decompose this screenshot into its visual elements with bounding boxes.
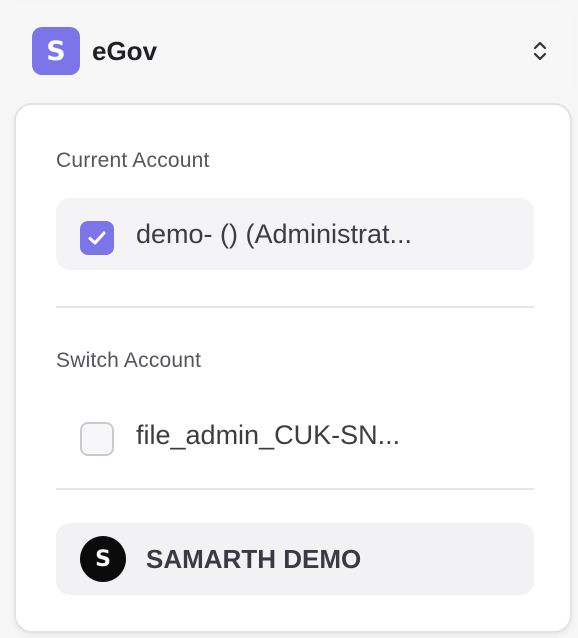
organization-item[interactable]: S SAMARTH DEMO <box>56 523 534 595</box>
switch-account-item[interactable]: file_admin_CUK-SN... <box>56 399 534 471</box>
organization-name: SAMARTH DEMO <box>146 543 362 574</box>
section-divider <box>56 488 534 490</box>
current-account-label: Current Account <box>56 149 210 172</box>
org-name: eGov <box>92 35 158 66</box>
check-icon <box>88 231 106 245</box>
current-account-name: demo- () (Administrat... <box>136 218 413 249</box>
current-account-item[interactable]: demo- () (Administrat... <box>56 198 534 270</box>
switch-account-checkbox[interactable] <box>80 422 114 456</box>
section-divider <box>56 306 534 308</box>
org-logo-letter: S <box>46 35 66 67</box>
org-switcher-button[interactable]: S eGov <box>8 6 570 96</box>
current-account-checkbox[interactable] <box>80 221 114 255</box>
switch-account-label: Switch Account <box>56 349 202 372</box>
account-dropdown-panel: Current Account demo- () (Administrat...… <box>14 103 572 633</box>
organization-avatar: S <box>80 536 126 582</box>
chevron-up-down-icon[interactable] <box>530 37 550 65</box>
switch-account-name: file_admin_CUK-SN... <box>136 419 401 450</box>
org-logo: S <box>32 27 80 75</box>
account-switcher: S eGov Current Account demo- () (Adminis… <box>0 0 578 638</box>
organization-avatar-letter: S <box>95 546 111 572</box>
